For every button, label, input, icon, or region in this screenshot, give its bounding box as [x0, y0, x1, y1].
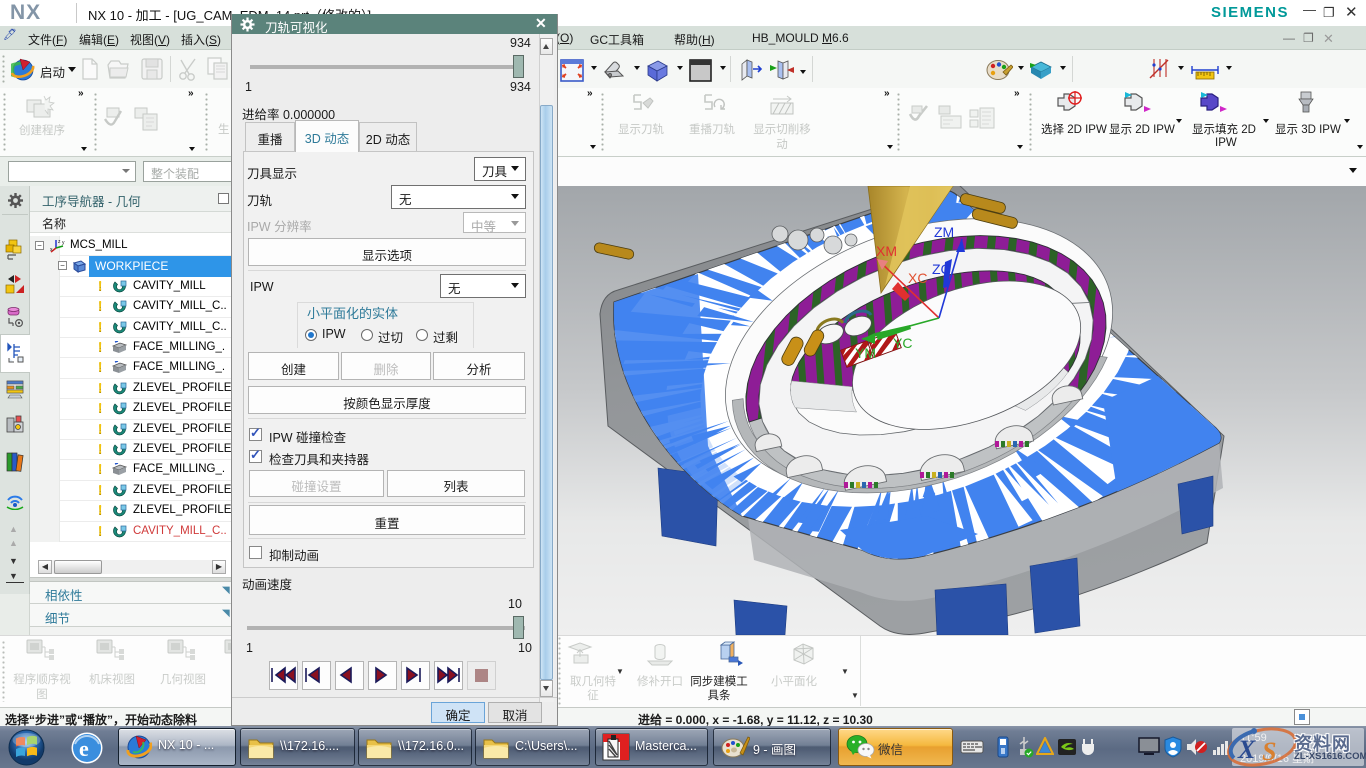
- svg-text:XM: XM: [876, 243, 897, 259]
- svg-text:z: z: [58, 239, 61, 245]
- svg-text:XC: XC: [908, 270, 927, 286]
- svg-text:ZM: ZM: [934, 224, 954, 240]
- svg-text:S: S: [1262, 737, 1276, 766]
- svg-text:YM: YM: [855, 345, 876, 361]
- svg-text:X: X: [1237, 735, 1256, 764]
- svg-text:y: y: [62, 240, 65, 246]
- svg-text:YC: YC: [893, 335, 912, 351]
- svg-text:e: e: [79, 736, 89, 761]
- svg-text:ZC: ZC: [932, 261, 951, 277]
